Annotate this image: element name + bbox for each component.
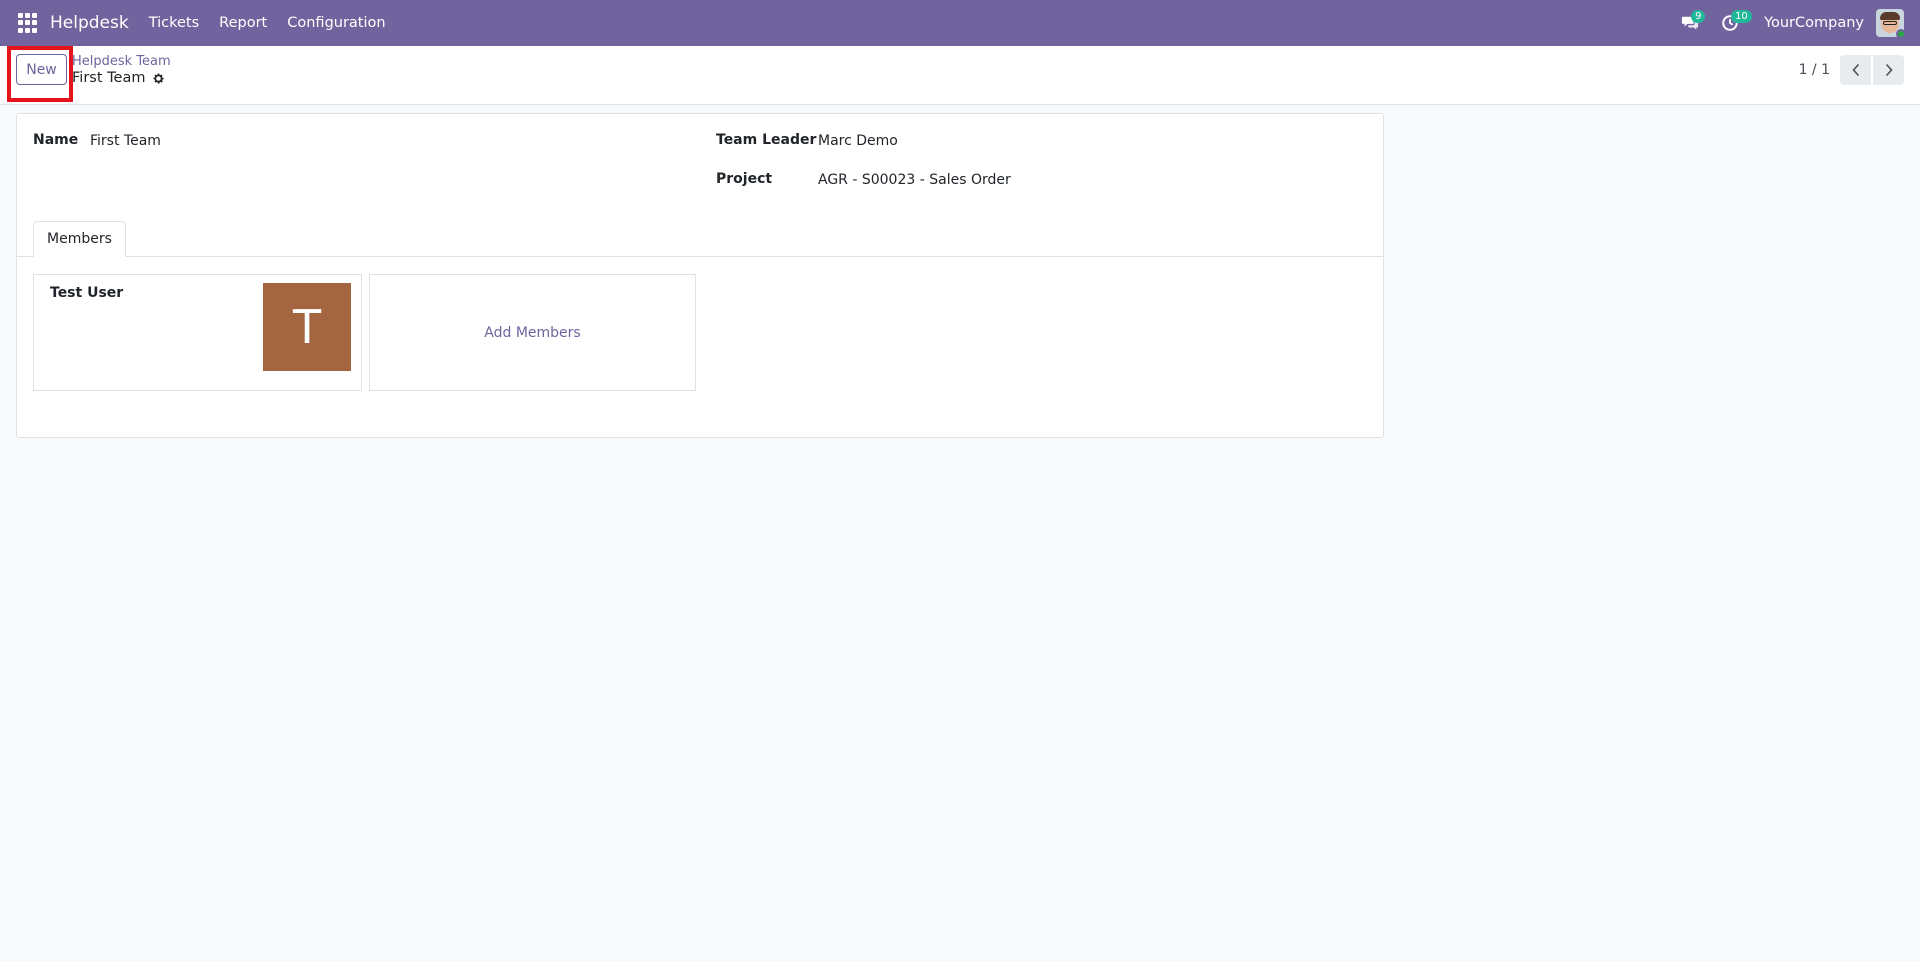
name-label: Name (33, 132, 79, 148)
notebook-divider (17, 256, 1383, 257)
menu-report[interactable]: Report (219, 15, 267, 31)
member-card[interactable]: Test User T (33, 274, 362, 391)
app-menu-icon[interactable] (18, 13, 38, 33)
breadcrumb-current-label: First Team (72, 70, 146, 86)
tab-members[interactable]: Members (33, 221, 126, 257)
breadcrumb-current: First Team (72, 70, 165, 86)
control-panel: New Helpdesk Team First Team 1 / 1 (0, 46, 1920, 105)
project-label: Project (716, 171, 773, 187)
top-navbar: Helpdesk Tickets Report Configuration 9 … (0, 0, 1920, 46)
systray: 9 10 YourCompany (1670, 0, 1920, 46)
new-button[interactable]: New (16, 54, 67, 85)
messages-button[interactable]: 9 (1670, 0, 1710, 46)
member-avatar: T (263, 283, 351, 371)
app-brand[interactable]: Helpdesk (50, 13, 129, 33)
pager-previous-button[interactable] (1840, 55, 1871, 85)
chevron-left-icon (1851, 63, 1859, 77)
add-members-label: Add Members (484, 324, 581, 341)
messages-count-badge: 9 (1691, 10, 1706, 23)
activities-button[interactable]: 10 (1710, 0, 1752, 46)
avatar-hair (1880, 12, 1900, 20)
pager-value[interactable]: 1 / 1 (1799, 62, 1830, 78)
add-members-button[interactable]: Add Members (369, 274, 696, 391)
gear-icon[interactable] (152, 72, 165, 85)
team-leader-field[interactable]: Marc Demo (818, 133, 898, 149)
team-leader-label: Team Leader (716, 132, 817, 148)
menu-configuration[interactable]: Configuration (287, 15, 385, 31)
chevron-right-icon (1885, 63, 1893, 77)
member-name: Test User (50, 285, 124, 301)
online-status-dot (1896, 29, 1906, 39)
name-field[interactable]: First Team (90, 133, 161, 149)
breadcrumb-parent-link[interactable]: Helpdesk Team (72, 54, 171, 69)
company-switcher[interactable]: YourCompany (1764, 15, 1864, 31)
user-avatar[interactable] (1876, 9, 1906, 39)
project-field[interactable]: AGR - S00023 - Sales Order (818, 172, 1011, 188)
pager-next-button[interactable] (1873, 55, 1904, 85)
form-sheet: Name First Team Team Leader Marc Demo Pr… (16, 113, 1384, 438)
menu-tickets[interactable]: Tickets (149, 15, 199, 31)
avatar-glasses (1883, 21, 1897, 25)
activities-count-badge: 10 (1731, 10, 1752, 23)
